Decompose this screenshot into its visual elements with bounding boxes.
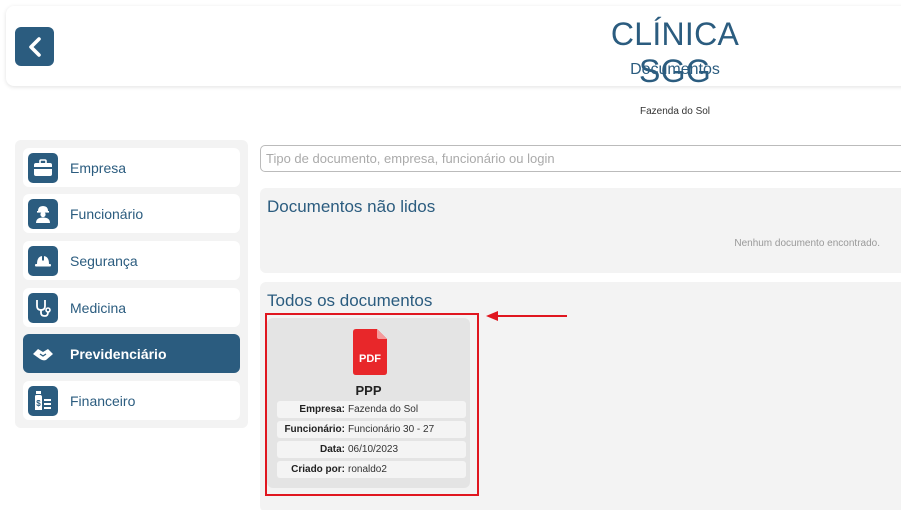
company-name: Fazenda do Sol (639, 106, 711, 117)
unread-documents-panel: Documentos não lidos Nenhum documento en… (260, 188, 901, 273)
stethoscope-icon (28, 292, 58, 323)
all-documents-title: Todos os documentos (267, 291, 433, 310)
hardhat-icon (28, 245, 58, 276)
sidebar-item-label: Previdenciário (70, 345, 167, 362)
worker-icon (28, 198, 58, 229)
sidebar-item-label: Medicina (70, 299, 127, 316)
chevron-left-icon (28, 36, 41, 57)
sidebar-item-previdenciario[interactable]: Previdenciário (23, 334, 240, 373)
sidebar-item-medicina[interactable]: Medicina (23, 288, 240, 327)
sidebar: Empresa Funcionário Segurança Medicina P… (15, 140, 248, 428)
sidebar-item-seguranca[interactable]: Segurança (23, 241, 240, 280)
highlight-box (265, 313, 479, 496)
header-bar: CLÍNICA SGG Documentos (6, 6, 901, 89)
page-subtitle: Documentos (630, 61, 720, 78)
sidebar-item-funcionario[interactable]: Funcionário (23, 194, 240, 233)
empty-message: Nenhum documento encontrado. (734, 238, 880, 249)
unread-documents-title: Documentos não lidos (267, 197, 436, 216)
sidebar-item-label: Empresa (70, 159, 127, 176)
sidebar-item-label: Funcionário (70, 205, 144, 222)
sidebar-item-label: Segurança (70, 252, 138, 269)
svg-text:$: $ (36, 399, 41, 408)
search-input[interactable] (260, 145, 901, 172)
sidebar-item-label: Financeiro (70, 392, 136, 409)
briefcase-icon (28, 152, 58, 183)
money-icon: $ (28, 385, 58, 416)
back-button[interactable] (15, 27, 54, 66)
sidebar-item-empresa[interactable]: Empresa (23, 148, 240, 187)
arrow-left-icon (486, 311, 567, 321)
handshake-icon (28, 339, 58, 369)
sidebar-item-financeiro[interactable]: $ Financeiro (23, 381, 240, 420)
